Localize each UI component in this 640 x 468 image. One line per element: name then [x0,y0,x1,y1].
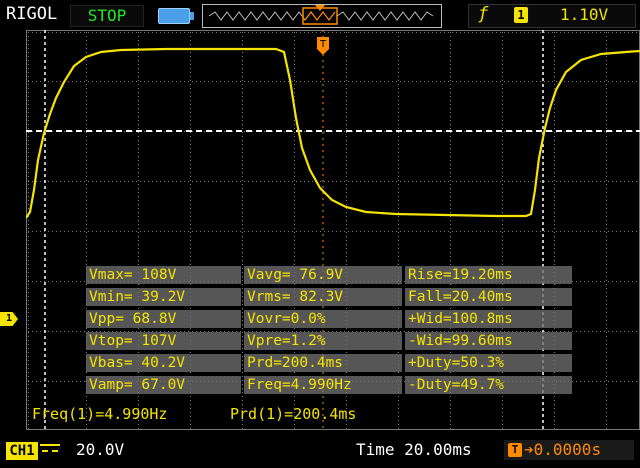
top-status-bar: RIGOL STOP ƒ 1 1.10V [0,0,640,30]
svg-text:T: T [319,39,327,50]
measurement-cell: Vmin= 39.2V [86,288,241,306]
timebase-readout[interactable]: Time 20.00ms [356,440,472,459]
measurement-cell: Fall=20.40ms [405,288,572,306]
measurement-cell: Vtop= 107V [86,332,241,350]
measurement-cell: Vrms= 82.3V [244,288,402,306]
measurement-cell: Vamp= 67.0V [86,376,241,394]
memory-depth-icon [158,8,194,24]
period-readout: Prd(1)=200.4ms [230,405,357,423]
ch1-badge[interactable]: CH1 [6,442,38,460]
measurement-cell: Vavg= 76.9V [244,266,402,284]
timeline-wave-icon [208,5,434,25]
ch1-offset-marker[interactable]: 1 [0,312,18,326]
trigger-marker-icon[interactable]: T [316,37,330,55]
measurement-cell: Vmax= 108V [86,266,241,284]
trigger-panel[interactable] [468,4,636,28]
run-stop-status[interactable]: STOP [70,5,144,27]
measurement-cell: -Duty=49.7% [405,376,572,394]
trigger-source-badge: 1 [514,7,528,23]
rising-edge-icon: ƒ [478,4,489,24]
dc-coupling-icon [40,444,60,458]
waveform-timeline[interactable] [202,4,442,28]
measurement-cell: Rise=19.20ms [405,266,572,284]
measurement-cell: Vpp= 68.8V [86,310,241,328]
brand-logo: RIGOL [6,4,58,24]
ch1-vertical-scale[interactable]: 20.0V [76,440,124,459]
measurement-cell: Freq=4.990Hz [244,376,402,394]
trigger-offset-icon: T [508,443,522,457]
frequency-readout: Freq(1)=4.990Hz [32,405,168,423]
trigger-offset-value: 0.0000s [533,440,602,459]
trigger-level: 1.10V [560,5,609,24]
measurement-cell: Vbas= 40.2V [86,354,241,372]
trigger-offset-readout: ➔0.0000s [524,440,602,459]
measurement-cell: Vpre=1.2% [244,332,402,350]
measurement-cell: +Duty=50.3% [405,354,572,372]
measurement-cell: +Wid=100.8ms [405,310,572,328]
measurement-cell: Vovr=0.0% [244,310,402,328]
measurement-cell: Prd=200.4ms [244,354,402,372]
measurement-cell: -Wid=99.60ms [405,332,572,350]
